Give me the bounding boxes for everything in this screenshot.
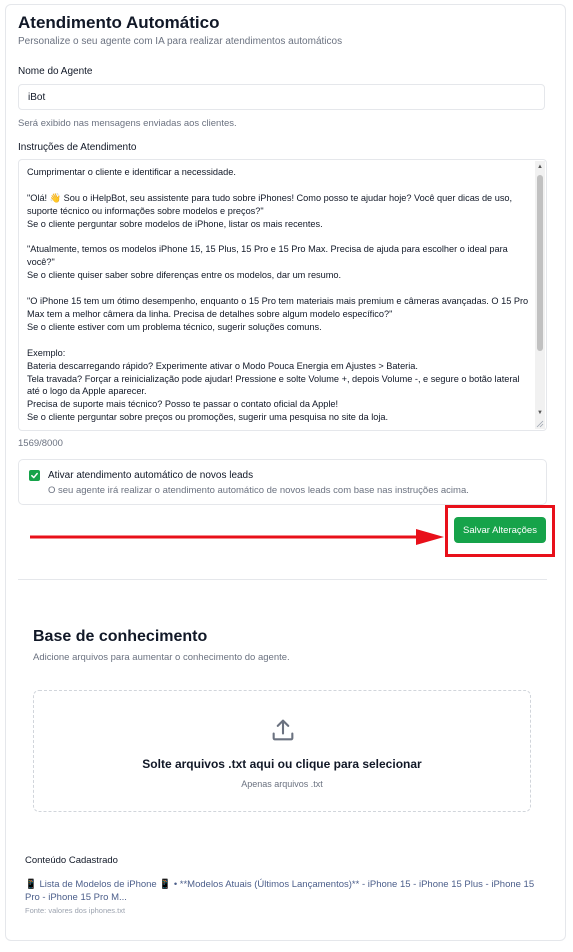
content-item[interactable]: 📱 Lista de Modelos de iPhone 📱 • **Model… xyxy=(25,878,545,904)
check-icon xyxy=(31,472,38,479)
knowledge-base-title: Base de conhecimento xyxy=(33,628,208,645)
auto-leads-title: Ativar atendimento automático de novos l… xyxy=(48,470,254,481)
instructions-text[interactable]: Cumprimentar o cliente e identificar a n… xyxy=(27,166,532,424)
scroll-down-icon[interactable]: ▼ xyxy=(536,409,544,417)
auto-leads-option[interactable]: Ativar atendimento automático de novos l… xyxy=(18,459,547,505)
registered-content-label: Conteúdo Cadastrado xyxy=(25,855,118,866)
agent-name-label: Nome do Agente xyxy=(18,66,93,77)
resize-handle-icon[interactable] xyxy=(536,420,544,428)
save-button[interactable]: Salvar Alterações xyxy=(454,517,546,543)
section-divider xyxy=(18,579,547,580)
scroll-thumb[interactable] xyxy=(537,175,543,351)
dropzone-title: Solte arquivos .txt aqui ou clique para … xyxy=(142,757,422,771)
knowledge-base-subtitle: Adicione arquivos para aumentar o conhec… xyxy=(33,652,290,663)
upload-icon xyxy=(272,719,294,741)
agent-name-hint: Será exibido nas mensagens enviadas aos … xyxy=(18,118,237,129)
auto-leads-checkbox[interactable] xyxy=(29,470,40,481)
page-title: Atendimento Automático xyxy=(18,13,220,32)
auto-leads-description: O seu agente irá realizar o atendimento … xyxy=(48,485,469,496)
content-source: Fonte: valores dos iphones.txt xyxy=(25,906,126,915)
char-counter: 1569/8000 xyxy=(18,438,63,449)
scroll-up-icon[interactable]: ▲ xyxy=(536,163,544,171)
arrow-right-icon xyxy=(30,529,444,545)
dropzone-subtitle: Apenas arquivos .txt xyxy=(241,779,323,789)
instructions-scrollbar[interactable]: ▲ ▼ xyxy=(535,161,545,429)
page-subtitle: Personalize o seu agente com IA para rea… xyxy=(18,36,343,47)
instructions-label: Instruções de Atendimento xyxy=(18,142,137,153)
agent-name-input[interactable] xyxy=(18,84,545,110)
file-dropzone[interactable]: Solte arquivos .txt aqui ou clique para … xyxy=(33,690,531,812)
instructions-textarea[interactable]: Cumprimentar o cliente e identificar a n… xyxy=(18,159,547,431)
